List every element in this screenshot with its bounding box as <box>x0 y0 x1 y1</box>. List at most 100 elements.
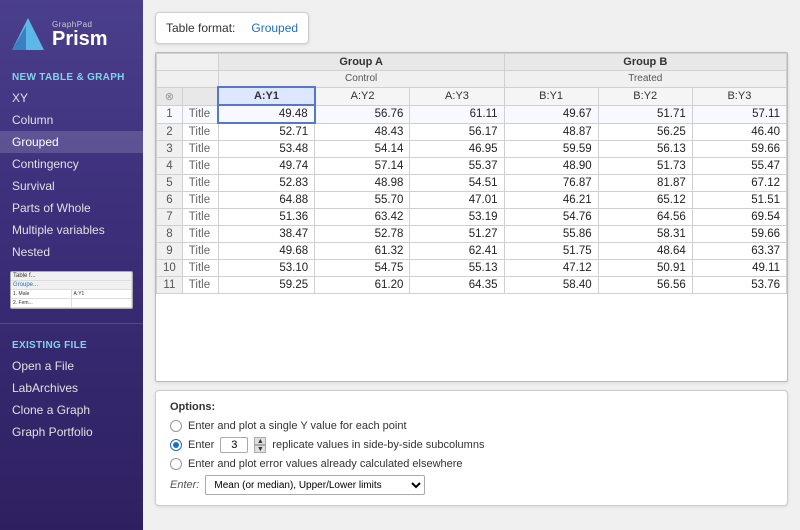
stepper-up[interactable]: ▲ <box>254 437 266 445</box>
cell-ay1[interactable]: 53.48 <box>218 141 314 158</box>
cell-by3[interactable]: 55.47 <box>692 158 786 175</box>
cell-by2[interactable]: 56.56 <box>598 277 692 294</box>
sidebar-item-labarchives[interactable]: LabArchives <box>0 377 143 399</box>
cell-by3[interactable]: 59.66 <box>692 226 786 243</box>
options-title: Options: <box>170 401 773 413</box>
cell-by3[interactable]: 49.11 <box>692 260 786 277</box>
row-number: 11 <box>157 277 183 294</box>
cell-ay3[interactable]: 54.51 <box>410 175 504 192</box>
cell-by1[interactable]: 76.87 <box>504 175 598 192</box>
replicate-count-input[interactable] <box>220 437 248 453</box>
cell-by1[interactable]: 51.75 <box>504 243 598 260</box>
radio-replicate[interactable] <box>170 439 182 451</box>
sidebar-item-contingency[interactable]: Contingency <box>0 153 143 175</box>
replicate-stepper[interactable]: ▲ ▼ <box>254 437 266 453</box>
cell-ay3[interactable]: 51.27 <box>410 226 504 243</box>
cell-by3[interactable]: 46.40 <box>692 123 786 141</box>
cell-ay1[interactable]: 52.71 <box>218 123 314 141</box>
sidebar-item-graph-portfolio[interactable]: Graph Portfolio <box>0 421 143 443</box>
cell-ay2[interactable]: 61.32 <box>315 243 410 260</box>
cell-by2[interactable]: 64.56 <box>598 209 692 226</box>
sidebar-item-clone-graph[interactable]: Clone a Graph <box>0 399 143 421</box>
cell-by3[interactable]: 53.76 <box>692 277 786 294</box>
cell-by1[interactable]: 47.12 <box>504 260 598 277</box>
enter-label: Enter: <box>170 479 199 491</box>
cell-by3[interactable]: 63.37 <box>692 243 786 260</box>
cell-ay3[interactable]: 47.01 <box>410 192 504 209</box>
cell-ay2[interactable]: 48.43 <box>315 123 410 141</box>
row-number: 3 <box>157 141 183 158</box>
cell-by3[interactable]: 59.66 <box>692 141 786 158</box>
sidebar-item-open-file[interactable]: Open a File <box>0 355 143 377</box>
stepper-down[interactable]: ▼ <box>254 445 266 453</box>
cell-ay1[interactable]: 53.10 <box>218 260 314 277</box>
cell-by2[interactable]: 65.12 <box>598 192 692 209</box>
cell-by2[interactable]: 56.13 <box>598 141 692 158</box>
cell-by2[interactable]: 48.64 <box>598 243 692 260</box>
cell-ay2[interactable]: 63.42 <box>315 209 410 226</box>
enter-dropdown[interactable]: Mean (or median), Upper/Lower limits <box>205 475 425 495</box>
cell-by1[interactable]: 49.67 <box>504 105 598 123</box>
cell-by1[interactable]: 48.87 <box>504 123 598 141</box>
cell-ay2[interactable]: 54.75 <box>315 260 410 277</box>
row-title: Title <box>182 209 218 226</box>
cell-ay3[interactable]: 53.19 <box>410 209 504 226</box>
sidebar-item-grouped[interactable]: Grouped <box>0 131 143 153</box>
cell-by1[interactable]: 55.86 <box>504 226 598 243</box>
cell-ay3[interactable]: 55.13 <box>410 260 504 277</box>
cell-ay2[interactable]: 54.14 <box>315 141 410 158</box>
cell-ay2[interactable]: 48.98 <box>315 175 410 192</box>
sidebar-item-survival[interactable]: Survival <box>0 175 143 197</box>
cell-by2[interactable]: 51.71 <box>598 105 692 123</box>
cell-by3[interactable]: 67.12 <box>692 175 786 192</box>
cell-by2[interactable]: 58.31 <box>598 226 692 243</box>
cell-ay2[interactable]: 52.78 <box>315 226 410 243</box>
cell-ay1[interactable]: 64.88 <box>218 192 314 209</box>
radio-error-values[interactable] <box>170 458 182 470</box>
logo-prism: Prism <box>52 29 108 49</box>
cell-ay3[interactable]: 55.37 <box>410 158 504 175</box>
cell-ay1[interactable]: 49.74 <box>218 158 314 175</box>
cell-ay2[interactable]: 55.70 <box>315 192 410 209</box>
cell-by3[interactable]: 57.11 <box>692 105 786 123</box>
cell-by1[interactable]: 46.21 <box>504 192 598 209</box>
row-number: 9 <box>157 243 183 260</box>
sidebar-item-nested[interactable]: Nested <box>0 241 143 263</box>
cell-ay1[interactable]: 52.83 <box>218 175 314 192</box>
cell-ay2[interactable]: 61.20 <box>315 277 410 294</box>
cell-ay3[interactable]: 56.17 <box>410 123 504 141</box>
cell-by2[interactable]: 56.25 <box>598 123 692 141</box>
row-title: Title <box>182 123 218 141</box>
cell-by1[interactable]: 59.59 <box>504 141 598 158</box>
col-by1-header: B:Y1 <box>504 87 598 105</box>
sidebar-item-parts-of-whole[interactable]: Parts of Whole <box>0 197 143 219</box>
sidebar-item-multiple-variables[interactable]: Multiple variables <box>0 219 143 241</box>
row-title: Title <box>182 260 218 277</box>
sidebar-item-column[interactable]: Column <box>0 109 143 131</box>
cell-ay2[interactable]: 56.76 <box>315 105 410 123</box>
cell-by2[interactable]: 50.91 <box>598 260 692 277</box>
cell-ay1[interactable]: 59.25 <box>218 277 314 294</box>
cell-ay3[interactable]: 61.11 <box>410 105 504 123</box>
cell-by2[interactable]: 51.73 <box>598 158 692 175</box>
cell-by3[interactable]: 69.54 <box>692 209 786 226</box>
cell-ay3[interactable]: 62.41 <box>410 243 504 260</box>
cell-by2[interactable]: 81.87 <box>598 175 692 192</box>
row-title: Title <box>182 226 218 243</box>
cell-ay1[interactable]: 49.68 <box>218 243 314 260</box>
treated-header: Treated <box>504 71 786 88</box>
cell-ay3[interactable]: 46.95 <box>410 141 504 158</box>
cell-by1[interactable]: 58.40 <box>504 277 598 294</box>
cell-ay3[interactable]: 64.35 <box>410 277 504 294</box>
cell-ay1[interactable]: 38.47 <box>218 226 314 243</box>
cell-ay2[interactable]: 57.14 <box>315 158 410 175</box>
table-row: 6 Title 64.88 55.70 47.01 46.21 65.12 51… <box>157 192 787 209</box>
cell-by3[interactable]: 51.51 <box>692 192 786 209</box>
cell-by1[interactable]: 54.76 <box>504 209 598 226</box>
cell-ay1[interactable]: 49.48 <box>218 105 314 123</box>
cell-ay1[interactable]: 51.36 <box>218 209 314 226</box>
format-value[interactable]: Grouped <box>251 21 298 35</box>
radio-single-y[interactable] <box>170 420 182 432</box>
cell-by1[interactable]: 48.90 <box>504 158 598 175</box>
sidebar-item-xy[interactable]: XY <box>0 87 143 109</box>
